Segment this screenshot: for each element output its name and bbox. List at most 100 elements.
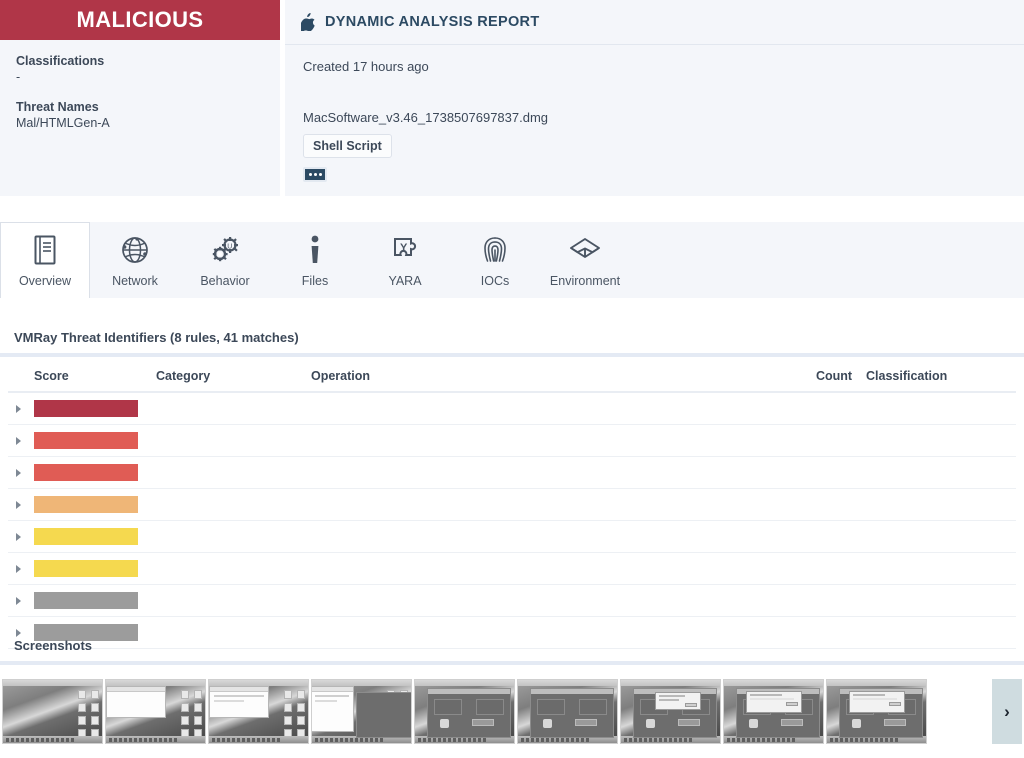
screenshot-thumbnail[interactable] — [2, 679, 103, 744]
tab-environment[interactable]: Environment — [540, 222, 630, 298]
category-cell — [156, 456, 311, 489]
tab-iocs[interactable]: IOCs — [450, 222, 540, 298]
classification-cell — [866, 520, 1016, 553]
classification-cell — [866, 424, 1016, 457]
screenshots-section: Screenshots › — [0, 638, 1024, 744]
screenshot-thumbnail[interactable] — [414, 679, 515, 744]
count-cell — [816, 584, 866, 617]
chevron-right-icon[interactable] — [16, 532, 21, 541]
table-row[interactable] — [8, 520, 1016, 553]
tab-label: IOCs — [480, 273, 510, 288]
screenshot-thumbnail[interactable] — [208, 679, 309, 744]
thumb-desktop-icons — [181, 690, 202, 738]
table-row[interactable] — [8, 456, 1016, 489]
chevron-right-icon[interactable] — [16, 564, 21, 573]
col-count[interactable]: Count — [816, 357, 866, 393]
col-classification[interactable]: Classification — [866, 357, 1016, 393]
more-options-button[interactable] — [303, 167, 327, 182]
operation-cell — [311, 488, 816, 521]
screenshot-thumbnail[interactable] — [620, 679, 721, 744]
score-badge — [34, 528, 138, 545]
table-row[interactable] — [8, 424, 1016, 457]
report-title: DYNAMIC ANALYSIS REPORT — [325, 14, 540, 30]
classification-cell — [866, 488, 1016, 521]
screenshot-thumbnail[interactable] — [517, 679, 618, 744]
col-category[interactable]: Category — [156, 357, 311, 393]
table-row[interactable] — [8, 552, 1016, 585]
score-cell — [34, 488, 156, 521]
screenshot-thumbnail[interactable] — [105, 679, 206, 744]
document-icon — [32, 233, 58, 267]
score-badge — [34, 496, 138, 513]
category-cell — [156, 552, 311, 585]
chevron-right-icon[interactable] — [16, 596, 21, 605]
verdict-panel: MALICIOUS Classifications - Threat Names… — [0, 0, 280, 196]
tab-label: Overview — [18, 274, 72, 288]
tab-yara[interactable]: Y YARA — [360, 222, 450, 298]
screenshot-thumbnail[interactable] — [311, 679, 412, 744]
table-row[interactable] — [8, 584, 1016, 617]
expand-row-button[interactable] — [8, 392, 34, 425]
table-header-row: Score Category Operation Count Classific… — [8, 357, 1016, 393]
chevron-right-icon[interactable] — [16, 468, 21, 477]
tab-label: YARA — [388, 273, 422, 288]
gears-icon: U — [209, 233, 241, 267]
thumb-desktop-icons — [78, 690, 99, 738]
expand-row-button[interactable] — [8, 584, 34, 617]
svg-text:U: U — [227, 243, 232, 250]
score-badge — [34, 560, 138, 577]
tab-network[interactable]: Network — [90, 222, 180, 298]
tab-files[interactable]: Files — [270, 222, 360, 298]
classification-cell — [866, 584, 1016, 617]
table-row[interactable] — [8, 488, 1016, 521]
file-pin-icon — [307, 233, 323, 267]
score-cell — [34, 520, 156, 553]
expand-row-button[interactable] — [8, 520, 34, 553]
col-score[interactable]: Score — [34, 357, 156, 393]
file-type-tag[interactable]: Shell Script — [303, 134, 392, 158]
tab-behavior[interactable]: U Behavior — [180, 222, 270, 298]
thumb-dock-items — [521, 738, 589, 742]
thumb-alert-dialog — [746, 691, 802, 713]
classification-cell — [866, 392, 1016, 425]
verdict-label: MALICIOUS — [76, 7, 204, 32]
table-row[interactable] — [8, 392, 1016, 425]
expand-row-button[interactable] — [8, 488, 34, 521]
operation-cell — [311, 456, 816, 489]
chevron-right-icon[interactable] — [16, 500, 21, 509]
count-cell — [816, 488, 866, 521]
screenshot-thumbnail[interactable] — [826, 679, 927, 744]
classification-cell — [866, 456, 1016, 489]
next-screenshots-button[interactable]: › — [992, 679, 1022, 744]
thumb-dock-items — [830, 738, 898, 742]
operation-cell — [311, 552, 816, 585]
globe-icon — [120, 233, 150, 267]
created-timestamp: Created 17 hours ago — [303, 59, 429, 74]
operation-cell — [311, 424, 816, 457]
tab-overview[interactable]: Overview — [0, 222, 90, 298]
chevron-right-icon[interactable] — [16, 404, 21, 413]
thumb-installer-window — [530, 688, 614, 738]
screenshots-title: Screenshots — [14, 638, 93, 653]
threat-names-value: Mal/HTMLGen-A — [16, 116, 110, 130]
score-cell — [34, 424, 156, 457]
thumb-installer-window — [356, 692, 411, 738]
screenshot-thumbnail[interactable] — [723, 679, 824, 744]
thumb-dock-items — [212, 738, 280, 742]
operation-cell — [311, 392, 816, 425]
vti-title: VMRay Threat Identifiers (8 rules, 41 ma… — [14, 330, 299, 345]
score-badge — [34, 592, 138, 609]
count-cell — [816, 456, 866, 489]
category-cell — [156, 392, 311, 425]
thumb-installer-window — [427, 688, 511, 738]
chevron-right-icon[interactable] — [16, 628, 21, 637]
expand-row-button[interactable] — [8, 456, 34, 489]
tab-label: Behavior — [200, 273, 250, 288]
expand-row-button[interactable] — [8, 424, 34, 457]
category-cell — [156, 488, 311, 521]
score-badge — [34, 464, 138, 481]
expand-row-button[interactable] — [8, 552, 34, 585]
col-operation[interactable]: Operation — [311, 357, 816, 393]
chevron-right-icon[interactable] — [16, 436, 21, 445]
category-cell — [156, 424, 311, 457]
